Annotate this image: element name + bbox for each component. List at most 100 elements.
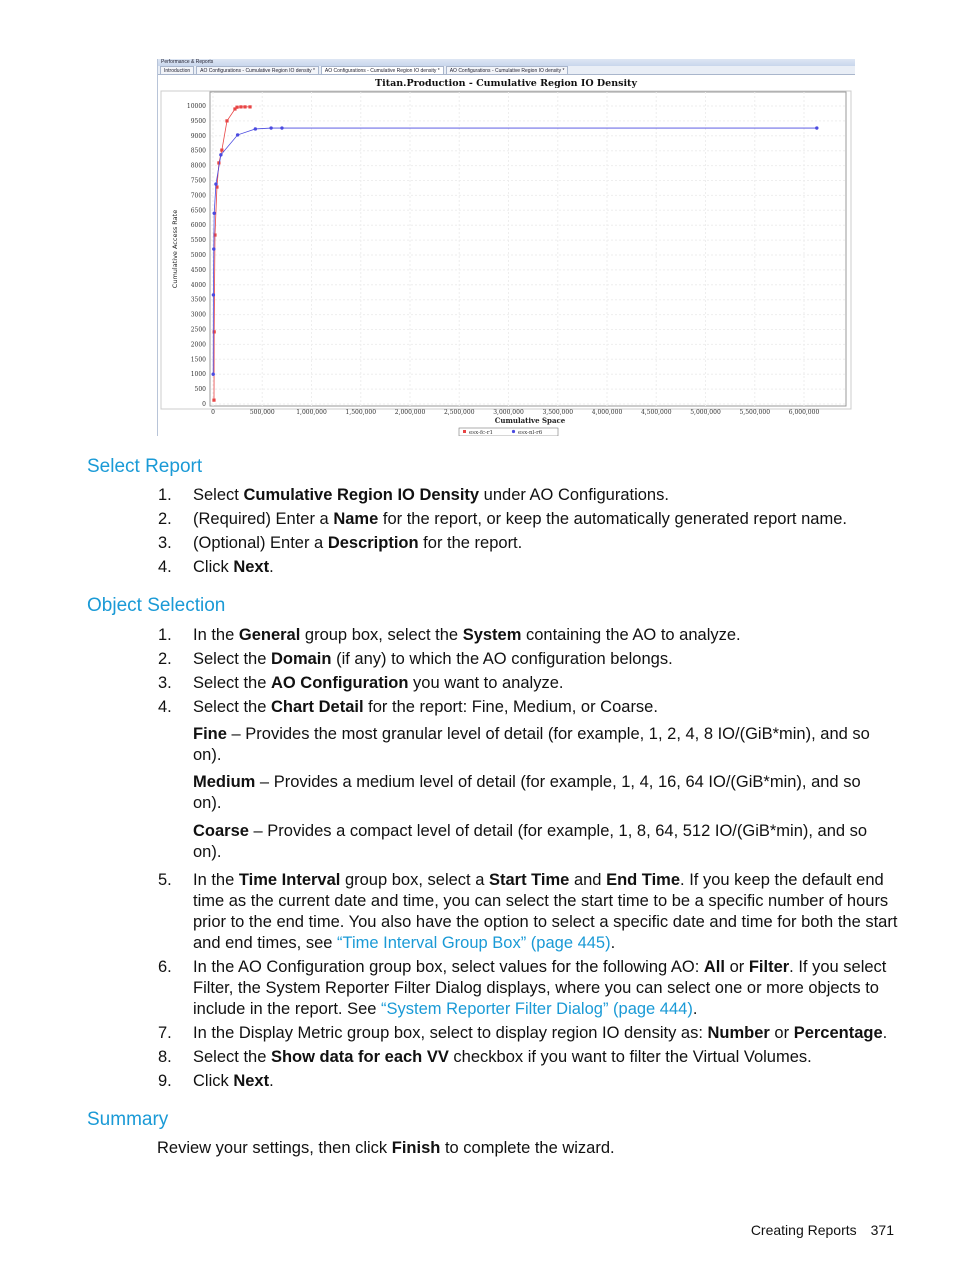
data-point-esx-nl-r6: [211, 372, 215, 376]
text-run: for the report.: [418, 534, 523, 552]
data-point-esx-nl-r6: [211, 293, 216, 297]
bold-term: AO Configuration: [270, 674, 409, 692]
text-run: Select: [193, 486, 244, 504]
bold-term: Finish: [391, 1139, 441, 1157]
tab-introduction[interactable]: Introduction: [160, 66, 195, 74]
text-run: for the report: Fine, Medium, or Coarse.: [363, 698, 658, 716]
list-item: 8. Select the Show data for each VV check…: [158, 1047, 898, 1068]
list-item: 1. Select Cumulative Region IO Density un…: [158, 485, 898, 506]
y-tick-label: 5500: [191, 237, 206, 244]
bold-term: Description: [327, 534, 419, 552]
cross-reference-link[interactable]: “Time Interval Group Box” (page 445): [337, 934, 611, 952]
list-number: 6.: [158, 958, 172, 976]
list-text: Select the AO Configuration you want to …: [193, 673, 898, 694]
tab-ao-config-1[interactable]: AO Configurations - Cumulative Region IO…: [196, 66, 319, 74]
text-run: In the: [193, 871, 239, 889]
text-run: – Provides a medium level of detail (for…: [193, 773, 861, 812]
y-axis-label: Cumulative Access Rate: [171, 210, 179, 288]
x-tick-label: 3,000,000: [493, 409, 524, 416]
x-tick-label: 2,000,000: [395, 409, 426, 416]
footer-section: Creating Reports: [750, 1222, 857, 1238]
legend-marker: [463, 430, 466, 433]
text-run: Select the: [193, 674, 271, 692]
data-point-esx-fc-r1: [243, 105, 247, 109]
legend-label: esx-nl-r6: [518, 430, 543, 436]
y-tick-label: 500: [195, 386, 207, 393]
text-run: under AO Configurations.: [479, 486, 669, 504]
summary-text: Review your settings, then click Finish …: [157, 1138, 857, 1159]
bold-term: Cumulative Region IO Density: [243, 486, 480, 504]
document-page: Performance & Reports Introduction AO Co…: [0, 0, 954, 1271]
cross-reference-link[interactable]: “System Reporter Filter Dialog” (page 44…: [381, 1000, 693, 1018]
y-tick-label: 8000: [191, 163, 206, 170]
bold-term: Fine: [193, 725, 227, 743]
text-run: Review your settings, then click: [157, 1139, 392, 1157]
list-item: 4. Select the Chart Detail for the report…: [158, 697, 898, 718]
list-text: In the AO Configuration group box, selec…: [193, 957, 898, 1020]
text-run: to complete the wizard.: [440, 1139, 615, 1157]
text-run: group box, select the: [300, 626, 463, 644]
data-point-esx-fc-r1: [235, 105, 239, 109]
list-item: 9. Click Next.: [158, 1071, 898, 1092]
list-text: In the Display Metric group box, select …: [193, 1023, 898, 1044]
bold-term: Next: [233, 558, 270, 576]
y-tick-label: 9500: [191, 118, 206, 125]
list-number: 2.: [158, 510, 172, 528]
tab-bar: Introduction AO Configurations - Cumulat…: [158, 66, 855, 75]
list-item: 4. Click Next.: [158, 557, 898, 578]
x-tick-label: 500,000: [250, 409, 275, 416]
chart-detail-description: Coarse – Provides a compact level of det…: [193, 821, 893, 863]
data-point-esx-nl-r6: [280, 126, 284, 130]
legend-marker: [511, 429, 516, 434]
text-run: (Required) Enter a: [193, 510, 334, 528]
y-tick-label: 7000: [191, 192, 206, 199]
bold-term: Name: [333, 510, 379, 528]
data-point-esx-nl-r6: [212, 211, 216, 215]
bold-term: Start Time: [488, 871, 570, 889]
tab-ao-config-3[interactable]: AO Configurations - Cumulative Region IO…: [445, 66, 569, 74]
bold-term: Domain: [270, 650, 332, 668]
list-number: 7.: [158, 1024, 172, 1042]
window-title: Performance & Reports: [158, 59, 855, 66]
list-item: 2. (Required) Enter a Name for the report…: [158, 509, 898, 530]
density-chart: Titan.Production - Cumulative Region IO …: [160, 78, 852, 436]
data-point-esx-nl-r6: [219, 153, 223, 157]
text-run: In the AO Configuration group box, selec…: [193, 958, 704, 976]
bold-term: Filter: [748, 958, 790, 976]
heading-object-selection: Object Selection: [87, 595, 226, 616]
text-run: containing the AO to analyze.: [521, 626, 741, 644]
data-point-esx-fc-r1: [225, 119, 229, 123]
y-tick-label: 8500: [191, 148, 206, 155]
text-run: and: [569, 871, 607, 889]
x-tick-label: 5,000,000: [690, 409, 721, 416]
y-tick-label: 6500: [191, 207, 206, 214]
bold-term: Chart Detail: [270, 698, 364, 716]
text-run: .: [610, 934, 616, 952]
list-number: 3.: [158, 674, 172, 692]
data-point-esx-nl-r6: [212, 247, 216, 251]
text-run: group box, select a: [340, 871, 489, 889]
chart-detail-description: Fine – Provides the most granular level …: [193, 724, 893, 766]
list-item: 3. (Optional) Enter a Description for the…: [158, 533, 898, 554]
list-text: Click Next.: [193, 557, 898, 578]
list-item: 7. In the Display Metric group box, selec…: [158, 1023, 898, 1044]
data-point-esx-nl-r6: [214, 182, 218, 186]
text-run: Select the: [193, 650, 271, 668]
list-text: (Optional) Enter a Description for the r…: [193, 533, 898, 554]
text-run: In the Display Metric group box, select …: [193, 1024, 708, 1042]
tab-ao-config-2[interactable]: AO Configurations - Cumulative Region IO…: [320, 66, 444, 74]
bold-term: Medium: [193, 773, 256, 791]
y-tick-label: 1500: [191, 356, 206, 363]
y-tick-label: 1000: [191, 371, 206, 378]
list-text: Select the Domain (if any) to which the …: [193, 649, 898, 670]
chart-detail-description: Medium – Provides a medium level of deta…: [193, 772, 893, 814]
text-run: or: [724, 958, 749, 976]
bold-term: System: [462, 626, 522, 644]
data-point-esx-fc-r1: [212, 398, 216, 402]
text-run: (Optional) Enter a: [193, 534, 328, 552]
text-run: – Provides the most granular level of de…: [193, 725, 870, 764]
text-run: Click: [193, 1072, 234, 1090]
list-number: 4.: [158, 698, 172, 716]
text-run: .: [882, 1024, 888, 1042]
data-point-esx-nl-r6: [269, 126, 273, 130]
